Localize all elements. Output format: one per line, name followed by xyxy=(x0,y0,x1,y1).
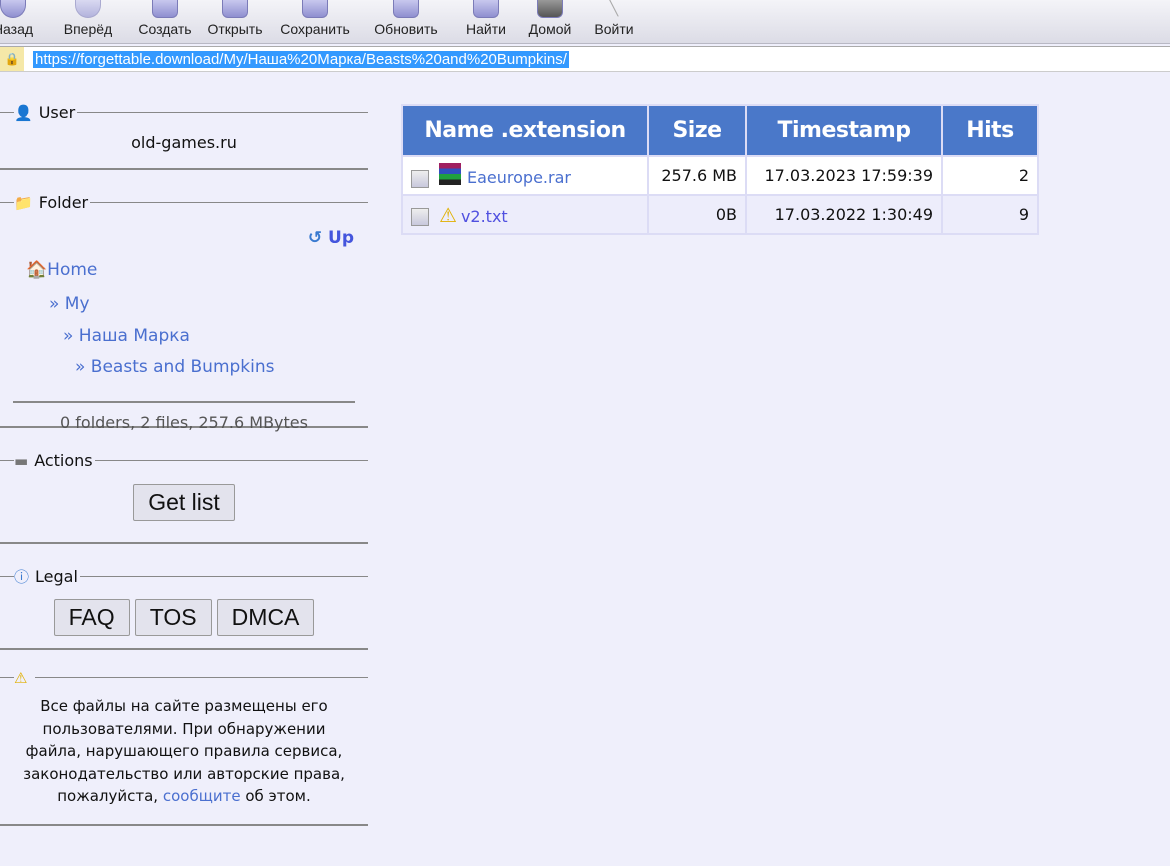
refresh-button[interactable]: Обновить xyxy=(368,0,444,44)
open-folder-icon xyxy=(222,0,248,18)
folder-icon: 📁 xyxy=(14,194,33,212)
folder-panel: 📁 Folder ↺ Up 🏠Home » My » Наша Марка » B… xyxy=(0,193,368,432)
tos-button[interactable]: TOS xyxy=(134,599,212,636)
browser-toolbar: Назад Вперёд Создать Открыть Сохранить О… xyxy=(0,0,1170,44)
home-icon xyxy=(537,0,563,18)
new-button[interactable]: Создать xyxy=(133,0,197,44)
table-row: Eaeurope.rar 257.6 MB 17.03.2023 17:59:3… xyxy=(403,157,1037,194)
file-timestamp: 17.03.2022 1:30:49 xyxy=(747,196,941,233)
row-checkbox[interactable] xyxy=(411,169,429,188)
legal-panel: ⓘ Legal FAQ TOS DMCA xyxy=(0,566,368,650)
breadcrumb-home[interactable]: 🏠Home xyxy=(26,260,97,280)
file-table: Name .extension Size Timestamp Hits Eaeu… xyxy=(401,104,1039,235)
folder-summary: 0 folders, 2 files, 257.6 MBytes xyxy=(60,413,308,432)
warning-icon: ⚠ xyxy=(439,202,457,227)
refresh-icon xyxy=(393,0,419,18)
back-icon xyxy=(0,0,26,18)
address-bar[interactable]: 🔒 https://forgettable.download/My/Наша%2… xyxy=(0,46,1170,72)
search-icon xyxy=(473,0,499,18)
forward-icon xyxy=(75,0,101,18)
new-page-icon xyxy=(152,0,178,18)
breadcrumb-beasts-and-bumpkins[interactable]: » Beasts and Bumpkins xyxy=(75,357,275,377)
drive-icon: ▬ xyxy=(14,452,29,470)
file-timestamp: 17.03.2023 17:59:39 xyxy=(747,157,941,194)
notice-panel: ⚠ Все файлы на сайте размещены его польз… xyxy=(0,668,368,826)
file-size: 0B xyxy=(649,196,745,233)
table-row: ⚠ v2.txt 0B 17.03.2022 1:30:49 9 xyxy=(403,196,1037,233)
divider xyxy=(13,401,355,403)
up-button[interactable]: ↺ Up xyxy=(308,228,354,248)
breadcrumb-nasha-marka[interactable]: » Наша Марка xyxy=(63,326,190,346)
actions-panel: ▬ Actions Get list xyxy=(0,451,368,544)
header-name[interactable]: Name .extension xyxy=(403,106,647,155)
url-input[interactable]: https://forgettable.download/My/Наша%20М… xyxy=(33,51,569,68)
header-hits[interactable]: Hits xyxy=(943,106,1037,155)
find-button[interactable]: Найти xyxy=(462,0,510,44)
faq-button[interactable]: FAQ xyxy=(53,599,130,636)
save-button[interactable]: Сохранить xyxy=(275,0,355,44)
notice-text: Все файлы на сайте размещены его пользов… xyxy=(23,697,345,805)
info-icon: ⓘ xyxy=(14,568,30,586)
save-icon xyxy=(302,0,328,18)
file-size: 257.6 MB xyxy=(649,157,745,194)
header-size[interactable]: Size xyxy=(649,106,745,155)
key-icon: ╲ xyxy=(609,0,619,16)
row-checkbox[interactable] xyxy=(411,208,429,226)
user-panel: 👤 User old-games.ru xyxy=(0,103,368,170)
get-list-button[interactable]: Get list xyxy=(133,484,235,521)
back-button[interactable]: Назад xyxy=(0,0,38,44)
username: old-games.ru xyxy=(131,133,237,152)
open-button[interactable]: Открыть xyxy=(203,0,267,44)
file-link[interactable]: Eaeurope.rar xyxy=(467,168,571,187)
table-header: Name .extension Size Timestamp Hits xyxy=(403,106,1037,155)
report-link[interactable]: сообщите xyxy=(163,787,241,805)
file-hits: 2 xyxy=(943,157,1037,194)
login-button[interactable]: ╲ Войти xyxy=(590,0,638,44)
winrar-archive-icon xyxy=(439,163,461,186)
up-arrow-icon: ↺ xyxy=(307,228,323,248)
dmca-button[interactable]: DMCA xyxy=(216,599,315,636)
user-icon: 👤 xyxy=(14,104,33,122)
home-icon: 🏠 xyxy=(26,260,48,280)
lock-icon: 🔒 xyxy=(0,47,24,71)
file-hits: 9 xyxy=(943,196,1037,233)
breadcrumb-my[interactable]: » My xyxy=(49,294,90,314)
warning-icon: ⚠ xyxy=(14,669,28,687)
file-link[interactable]: v2.txt xyxy=(461,207,508,226)
forward-button[interactable]: Вперёд xyxy=(58,0,118,44)
header-timestamp[interactable]: Timestamp xyxy=(747,106,941,155)
home-button[interactable]: Домой xyxy=(523,0,577,44)
